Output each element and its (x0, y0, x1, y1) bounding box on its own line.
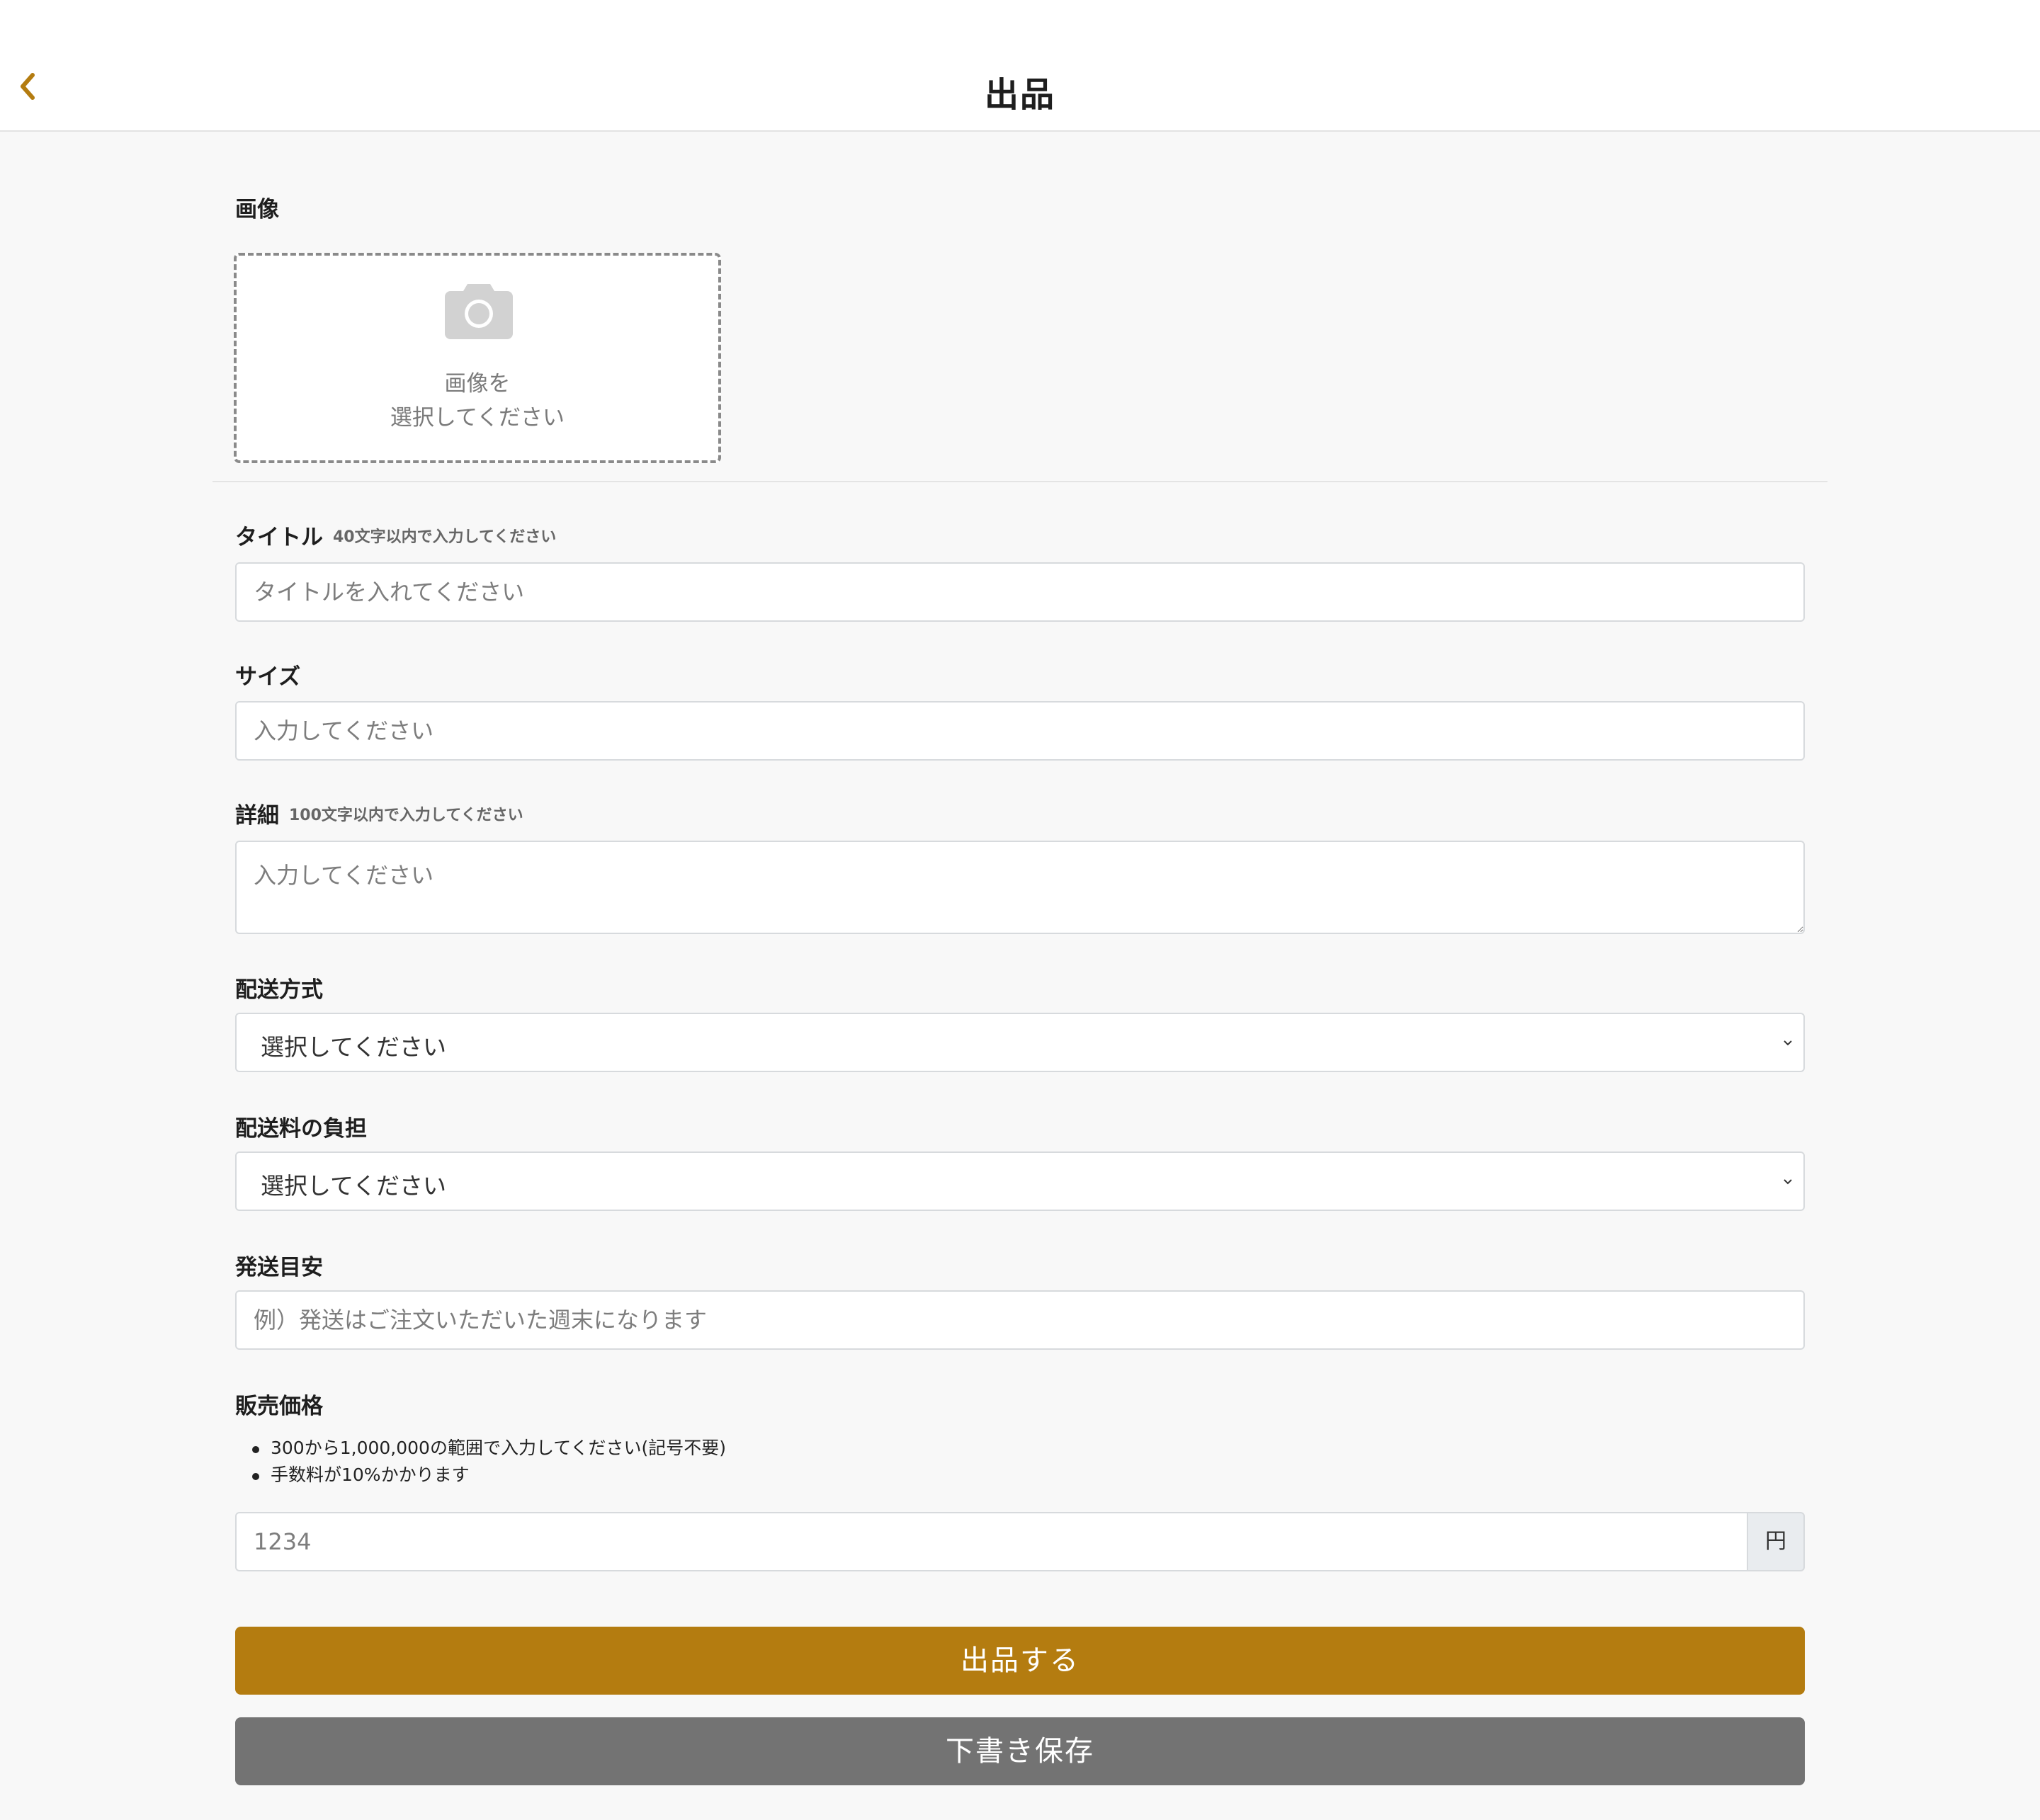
title-input[interactable] (235, 562, 1805, 622)
shipping-fee-label: 配送料の負担 (235, 1116, 367, 1142)
shipping-method-label: 配送方式 (235, 977, 323, 1003)
details-label: 詳細 100文字以内で入力してください (235, 797, 523, 829)
shipping-fee-select[interactable]: 選択してください (235, 1151, 1805, 1211)
shipping-method-select[interactable]: 選択してください (235, 1013, 1805, 1072)
shipping-estimate-label: 発送目安 (235, 1255, 323, 1280)
price-input[interactable] (235, 1512, 1747, 1571)
shipping-estimate-input[interactable] (235, 1290, 1805, 1350)
title-hint: 40文字以内で入力してください (333, 528, 557, 546)
dropzone-text-line1: 画像を (444, 371, 511, 397)
price-input-group: 円 (235, 1512, 1805, 1571)
chevron-down-icon (1784, 1040, 1792, 1046)
price-note: 手数料が10%かかります (252, 1462, 726, 1489)
camera-icon (445, 284, 513, 339)
app-header: 出品 (0, 0, 2040, 132)
details-hint: 100文字以内で入力してください (289, 807, 523, 824)
title-label-text: タイトル (235, 525, 323, 550)
dropzone-text-line2: 選択してください (390, 405, 565, 431)
chevron-down-icon (1784, 1179, 1792, 1185)
divider (212, 481, 1828, 482)
size-input[interactable] (235, 701, 1805, 761)
size-label: サイズ (235, 664, 301, 690)
currency-addon: 円 (1747, 1512, 1805, 1571)
price-notes: 300から1,000,000の範囲で入力してください(記号不要) 手数料が10%… (252, 1435, 726, 1489)
details-textarea[interactable] (235, 841, 1805, 934)
submit-listing-button[interactable]: 出品する (235, 1627, 1805, 1695)
page-title: 出品 (984, 75, 1055, 115)
details-label-text: 詳細 (235, 803, 279, 829)
save-draft-button[interactable]: 下書き保存 (235, 1717, 1805, 1785)
shipping-method-selected: 選択してください (261, 1033, 447, 1061)
shipping-fee-selected: 選択してください (261, 1172, 447, 1200)
price-note: 300から1,000,000の範囲で入力してください(記号不要) (252, 1435, 726, 1462)
image-upload-dropzone[interactable]: 画像を 選択してください (234, 253, 721, 463)
price-label: 販売価格 (235, 1394, 323, 1419)
image-label: 画像 (235, 197, 279, 222)
title-label: タイトル 40文字以内で入力してください (235, 519, 556, 551)
